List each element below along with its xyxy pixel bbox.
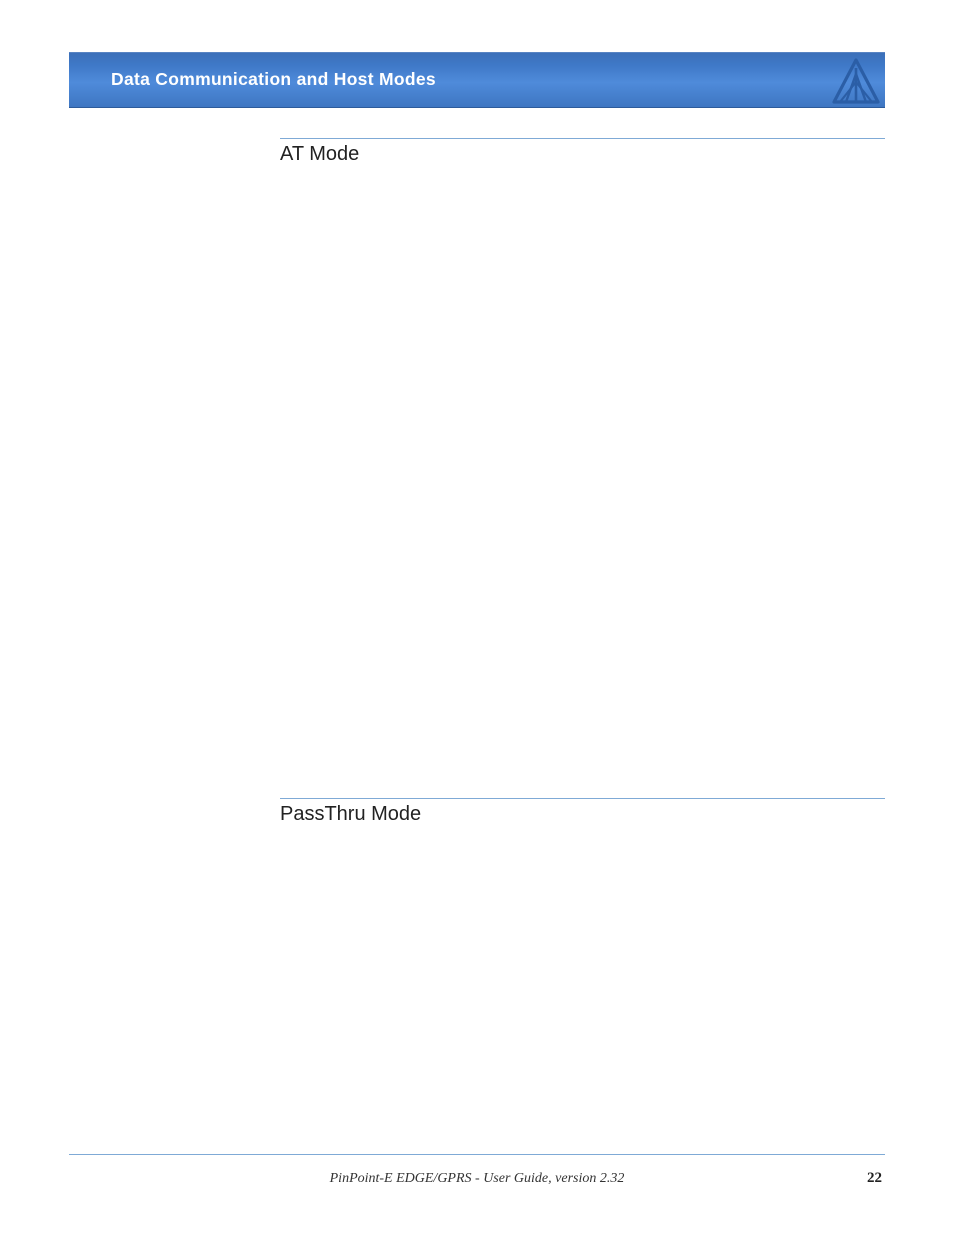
body-spacer: [280, 178, 885, 798]
section-heading-passthru-mode: PassThru Mode: [280, 803, 885, 826]
page-number: 22: [867, 1170, 882, 1187]
section-rule: [280, 798, 885, 799]
section-heading-at-mode: AT Mode: [280, 143, 885, 166]
section-header-bar: Data Communication and Host Modes: [69, 52, 885, 108]
footer-rule: [69, 1154, 885, 1155]
content-area: AT Mode PassThru Mode: [280, 138, 885, 838]
document-page: Data Communication and Host Modes AT Mod…: [0, 0, 954, 1235]
header-title: Data Communication and Host Modes: [111, 69, 436, 90]
brand-logo-icon: [832, 58, 880, 106]
footer-doc-title: PinPoint-E EDGE/GPRS - User Guide, versi…: [0, 1171, 954, 1187]
section-rule: [280, 138, 885, 139]
